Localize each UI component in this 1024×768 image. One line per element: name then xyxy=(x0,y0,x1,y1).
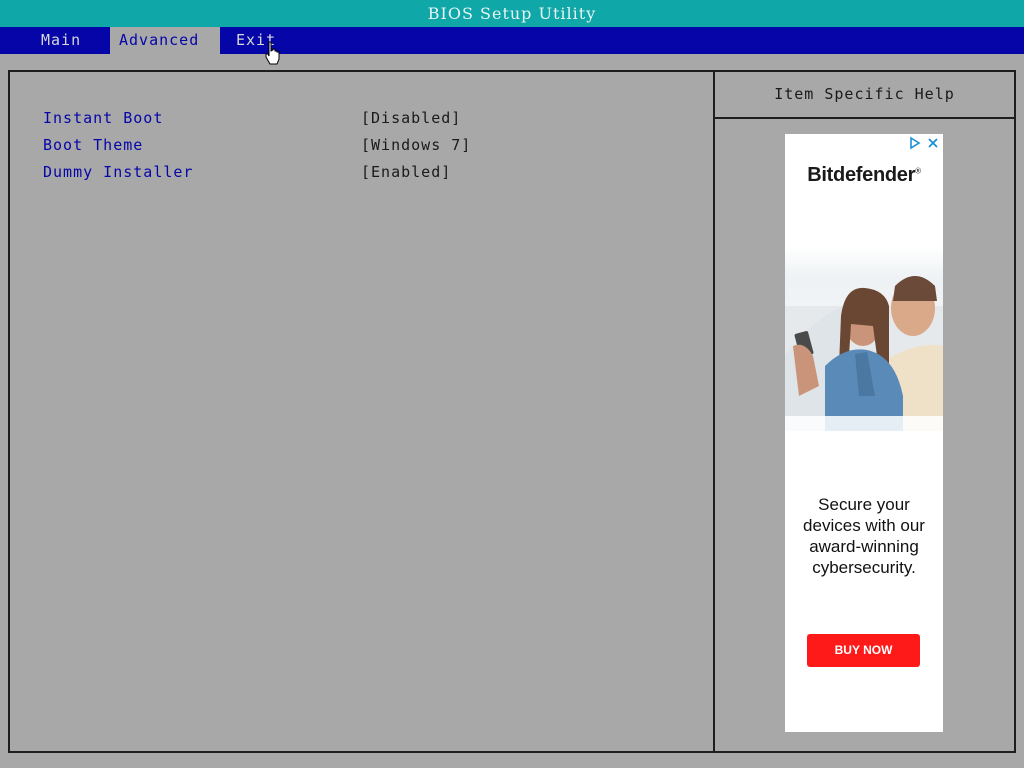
ad-brand-logo: Bitdefender® xyxy=(807,164,921,186)
menu-tab-advanced[interactable]: Advanced xyxy=(110,27,220,54)
setting-value-instant-boot[interactable]: [Disabled] xyxy=(361,107,461,129)
help-panel-title: Item Specific Help xyxy=(774,85,955,103)
adchoices-icon[interactable] xyxy=(908,136,922,150)
close-icon[interactable] xyxy=(926,136,940,150)
ad-controls xyxy=(908,136,940,154)
buy-now-button[interactable]: BUY NOW xyxy=(807,634,920,667)
menu-bar: Main Advanced Exit xyxy=(0,27,1024,54)
panel-divider xyxy=(713,72,715,751)
window-title: BIOS Setup Utility xyxy=(427,4,597,23)
ad-tagline: Secure your devices with our award-winni… xyxy=(803,495,925,577)
main-panel: Instant Boot [Disabled] Boot Theme [Wind… xyxy=(8,70,1016,753)
setting-value-dummy-installer[interactable]: [Enabled] xyxy=(361,161,451,183)
setting-label-boot-theme[interactable]: Boot Theme xyxy=(43,134,143,156)
hand-cursor-icon xyxy=(265,41,280,65)
setting-row-dummy-installer: Dummy Installer [Enabled] xyxy=(43,161,703,183)
title-bar: BIOS Setup Utility xyxy=(0,0,1024,27)
menu-tab-main[interactable]: Main xyxy=(29,27,93,54)
setting-value-boot-theme[interactable]: [Windows 7] xyxy=(361,134,471,156)
setting-row-instant-boot: Instant Boot [Disabled] xyxy=(43,107,703,129)
help-divider xyxy=(715,117,1014,119)
ad-photo xyxy=(785,246,943,466)
advertisement[interactable]: Bitdefender® Secure your devices with ou… xyxy=(785,134,943,732)
setting-label-dummy-installer[interactable]: Dummy Installer xyxy=(43,161,193,183)
setting-label-instant-boot[interactable]: Instant Boot xyxy=(43,107,163,129)
ad-brand-name: Bitdefender xyxy=(807,164,916,186)
setting-row-boot-theme: Boot Theme [Windows 7] xyxy=(43,134,703,156)
